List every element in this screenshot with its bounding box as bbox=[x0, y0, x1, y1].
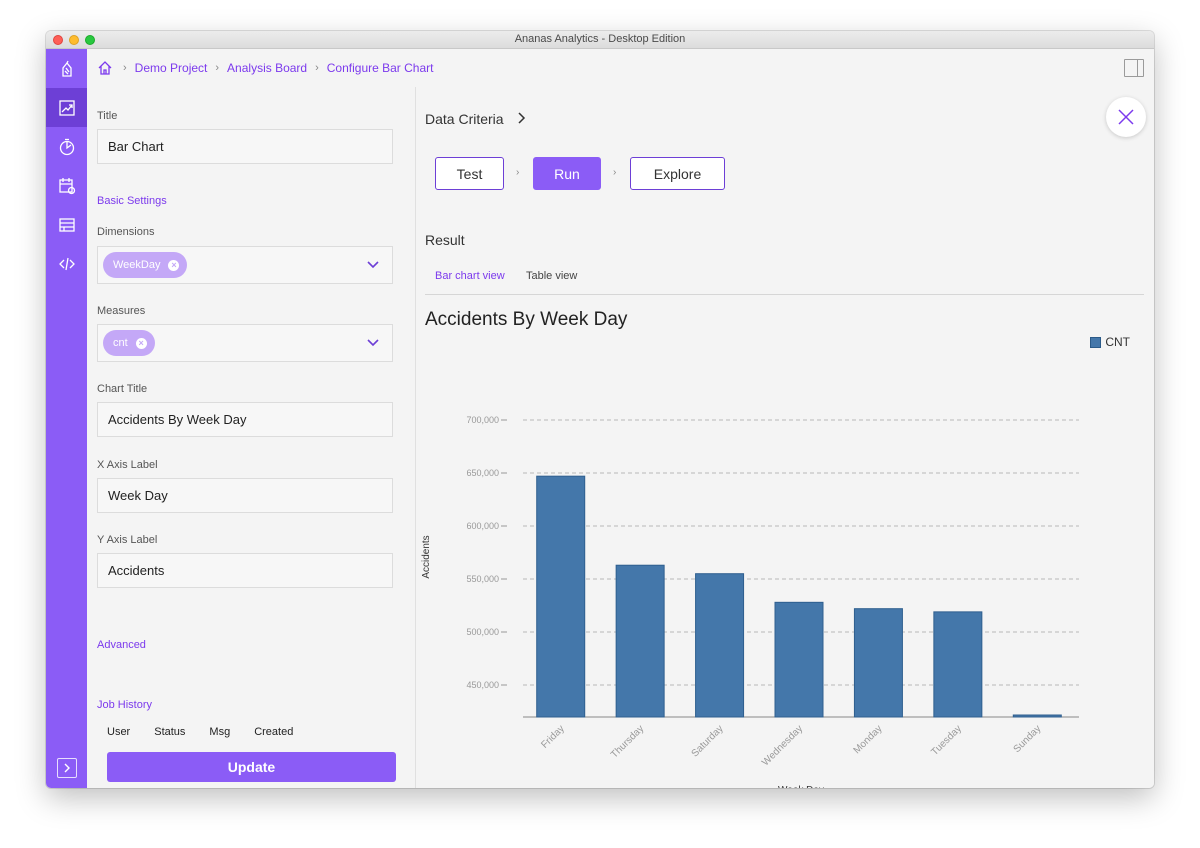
breadcrumb-configure-bar-chart[interactable]: Configure Bar Chart bbox=[327, 61, 434, 75]
analysis-board-icon[interactable] bbox=[46, 88, 87, 127]
x-tick-label: Monday bbox=[852, 723, 885, 756]
data-table-icon[interactable] bbox=[46, 205, 87, 244]
title-label: Title bbox=[97, 110, 118, 122]
breadcrumb-demo-project[interactable]: Demo Project bbox=[135, 61, 208, 75]
dashboard-icon[interactable] bbox=[46, 127, 87, 166]
measures-label: Measures bbox=[97, 305, 146, 317]
y-tick-label: 600,000 bbox=[466, 521, 499, 531]
result-panel: Data Criteria Test › Run › Explore Resul… bbox=[417, 87, 1154, 788]
window-title: Ananas Analytics - Desktop Edition bbox=[514, 33, 686, 45]
x-tick-label: Sunday bbox=[1012, 723, 1044, 755]
x-tick-label: Friday bbox=[539, 723, 566, 750]
update-button[interactable]: Update bbox=[107, 752, 396, 782]
close-button[interactable] bbox=[1106, 97, 1146, 137]
step-separator: › bbox=[516, 167, 520, 178]
config-form-panel: Title Bar Chart Basic Settings Dimension… bbox=[87, 87, 453, 788]
bar-wednesday bbox=[774, 601, 824, 718]
bar-tuesday bbox=[933, 611, 983, 718]
advanced-heading[interactable]: Advanced bbox=[97, 639, 146, 651]
test-button[interactable]: Test bbox=[435, 157, 504, 190]
y-tick-label: 550,000 bbox=[466, 574, 499, 584]
scheduler-icon[interactable] bbox=[46, 166, 87, 205]
logo-icon[interactable] bbox=[46, 49, 87, 88]
remove-chip-icon[interactable]: × bbox=[135, 337, 147, 349]
y-tick-label: 450,000 bbox=[466, 680, 499, 690]
job-history-columns: User Status Msg Created bbox=[107, 726, 317, 738]
basic-settings-heading[interactable]: Basic Settings bbox=[97, 195, 167, 207]
close-icon bbox=[1118, 109, 1134, 125]
y-axis-label: Y Axis Label bbox=[97, 534, 158, 546]
bar-saturday bbox=[695, 573, 745, 718]
explore-button[interactable]: Explore bbox=[630, 157, 725, 190]
run-button[interactable]: Run bbox=[533, 157, 601, 190]
breadcrumb-separator: › bbox=[215, 62, 220, 74]
x-tick-label: Tuesday bbox=[929, 723, 964, 758]
step-separator: › bbox=[613, 167, 617, 178]
remove-chip-icon[interactable]: × bbox=[168, 259, 180, 271]
legend-label: CNT bbox=[1105, 335, 1130, 349]
job-col-msg[interactable]: Msg bbox=[209, 726, 230, 738]
x-axis-input[interactable]: Week Day bbox=[97, 478, 393, 513]
dimension-chip-label: WeekDay bbox=[113, 259, 161, 271]
panel-toggle-icon[interactable] bbox=[1124, 59, 1144, 77]
title-bar: Ananas Analytics - Desktop Edition bbox=[46, 31, 1154, 49]
breadcrumb-separator: › bbox=[315, 62, 319, 74]
chart-title-input[interactable]: Accidents By Week Day bbox=[97, 402, 393, 437]
bar-chart: 450,000 500,000 550,000 600,000 650,000 700,0… bbox=[421, 415, 1079, 788]
x-tick-label: Thursday bbox=[609, 723, 646, 760]
side-rail bbox=[46, 49, 87, 788]
breadcrumb-separator: › bbox=[123, 62, 127, 74]
y-tick-label: 500,000 bbox=[466, 627, 499, 637]
y-tick-label: 650,000 bbox=[466, 468, 499, 478]
measure-chip: cnt × bbox=[103, 330, 155, 356]
measure-chip-label: cnt bbox=[113, 337, 128, 349]
job-col-status[interactable]: Status bbox=[154, 726, 185, 738]
measures-select-box[interactable]: cnt × bbox=[97, 324, 393, 362]
y-axis-title: Accidents bbox=[421, 535, 432, 578]
x-axis-label: X Axis Label bbox=[97, 459, 158, 471]
bar-thursday bbox=[615, 564, 665, 718]
chart-legend: CNT bbox=[1090, 335, 1130, 349]
code-icon[interactable] bbox=[46, 244, 87, 283]
data-criteria-label: Data Criteria bbox=[425, 111, 504, 127]
bar-monday bbox=[853, 608, 903, 718]
job-history-heading[interactable]: Job History bbox=[97, 699, 152, 711]
breadcrumb: › Demo Project › Analysis Board › Config… bbox=[87, 49, 1154, 87]
bar-friday bbox=[536, 475, 586, 718]
legend-swatch bbox=[1090, 336, 1102, 348]
breadcrumb-analysis-board[interactable]: Analysis Board bbox=[227, 61, 307, 75]
bar-sunday bbox=[1012, 714, 1062, 718]
tab-bar-chart-view[interactable]: Bar chart view bbox=[435, 270, 505, 282]
chevron-right-icon bbox=[516, 111, 526, 127]
dimension-chip: WeekDay × bbox=[103, 252, 188, 278]
data-criteria-toggle[interactable]: Data Criteria bbox=[425, 111, 526, 127]
result-heading: Result bbox=[425, 232, 465, 248]
y-tick-label: 700,000 bbox=[466, 415, 499, 425]
dimensions-label: Dimensions bbox=[97, 226, 155, 238]
result-tabs: Bar chart view Table view bbox=[425, 263, 1144, 295]
job-col-created[interactable]: Created bbox=[254, 726, 293, 738]
job-col-user[interactable]: User bbox=[107, 726, 130, 738]
y-axis-input[interactable]: Accidents bbox=[97, 553, 393, 588]
title-input[interactable]: Bar Chart bbox=[97, 129, 393, 164]
x-tick-label: Saturday bbox=[690, 723, 726, 759]
chevron-down-icon[interactable] bbox=[366, 258, 380, 272]
chart-title: Accidents By Week Day bbox=[425, 309, 628, 330]
chevron-down-icon[interactable] bbox=[366, 336, 380, 350]
x-tick-label: Wednesday bbox=[760, 723, 805, 768]
x-axis-title: Week Day bbox=[778, 785, 824, 788]
chevron-right-icon[interactable] bbox=[57, 758, 77, 778]
tab-table-view[interactable]: Table view bbox=[526, 270, 577, 282]
home-icon[interactable] bbox=[97, 60, 113, 76]
app-window: Ananas Analytics - Desktop Edition › Dem… bbox=[46, 31, 1154, 788]
chart-title-label: Chart Title bbox=[97, 383, 148, 395]
dimensions-select-box[interactable]: WeekDay × bbox=[97, 246, 393, 284]
